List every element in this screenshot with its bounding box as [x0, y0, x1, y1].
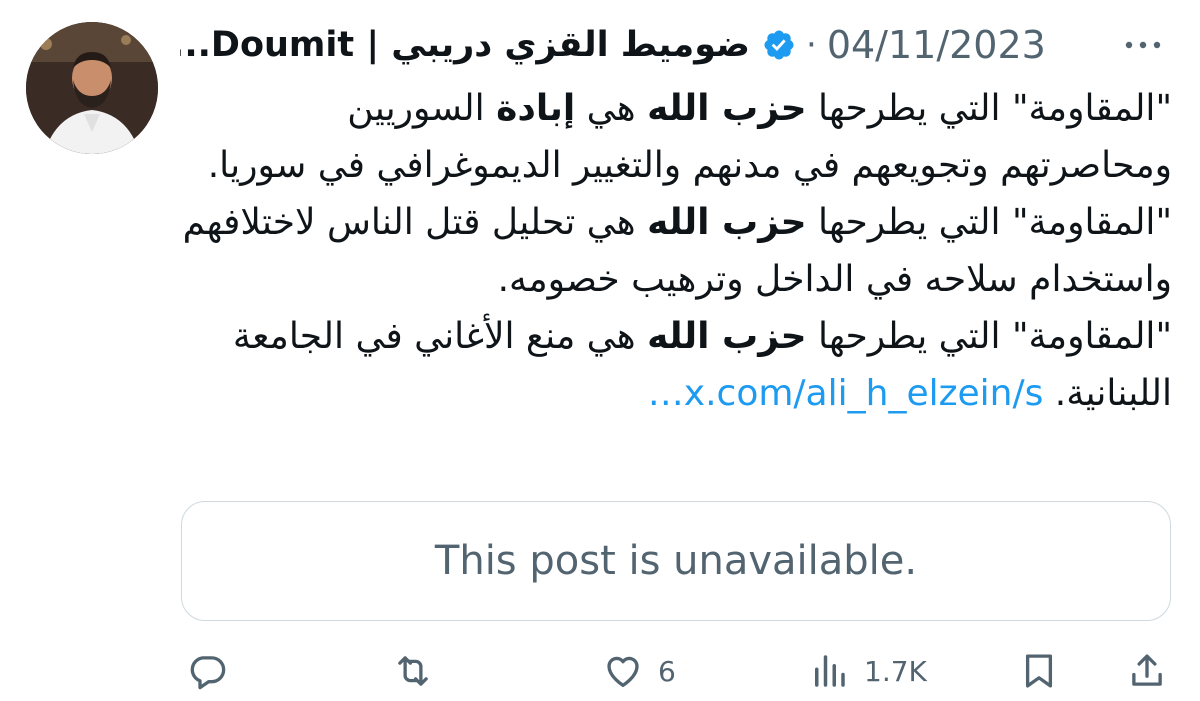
like-button[interactable]: 6 [602, 650, 676, 692]
more-options-icon[interactable] [1120, 30, 1166, 60]
views-icon [815, 655, 845, 687]
post-text-bold: حزب الله [647, 316, 807, 357]
reply-icon [190, 656, 226, 690]
views-button[interactable]: 1.7K [808, 650, 927, 692]
repost-button[interactable] [392, 650, 434, 692]
post-link[interactable]: x.com/ali_h_elzein/s… [648, 373, 1044, 414]
quoted-post-card: This post is unavailable. [181, 501, 1171, 621]
post-text-segment: "المقاومة" التي يطرحها [806, 316, 1172, 357]
share-icon [1132, 654, 1162, 686]
bookmark-button[interactable] [1018, 650, 1060, 692]
post-text: "المقاومة" التي يطرحها حزب الله هي إبادة… [182, 80, 1172, 480]
header-separator: · [806, 25, 817, 65]
bookmark-icon [1025, 654, 1053, 688]
post-text-bold: حزب الله [647, 202, 807, 243]
repost-icon [398, 656, 428, 686]
post-text-segment: هي [575, 88, 648, 129]
avatar[interactable] [26, 22, 158, 154]
quoted-post-message: This post is unavailable. [434, 538, 918, 584]
post-date[interactable]: 04/11/2023 [827, 23, 1046, 67]
post-text-bold: إبادة [496, 88, 576, 129]
author-name[interactable]: ضوميط القزي دريبي | Doumit... [180, 25, 750, 65]
heart-icon [607, 656, 639, 688]
action-bar: 6 1.7K [0, 640, 1200, 700]
reply-button[interactable] [186, 650, 228, 692]
post-text-segment: "المقاومة" التي يطرحها [806, 202, 1172, 243]
views-count: 1.7K [864, 654, 927, 688]
avatar-image [26, 22, 158, 154]
post-text-segment: "المقاومة" التي يطرحها [806, 88, 1172, 129]
post-body: "المقاومة" التي يطرحها حزب الله هي إبادة… [182, 80, 1172, 422]
share-button[interactable] [1126, 650, 1168, 692]
verified-badge-icon [764, 30, 794, 60]
like-count: 6 [658, 654, 676, 688]
post-text-bold: حزب الله [647, 88, 807, 129]
post-header: ضوميط القزي دريبي | Doumit... · 04/11/20… [180, 18, 1180, 72]
